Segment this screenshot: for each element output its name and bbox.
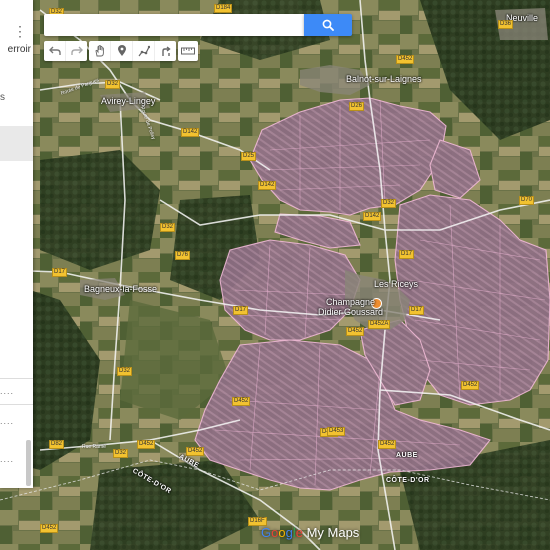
road-number-label: D70 xyxy=(519,196,535,205)
search-box[interactable] xyxy=(44,14,304,36)
list-item[interactable]: .... xyxy=(0,386,14,396)
selected-layer-row[interactable] xyxy=(0,126,33,161)
directions-button[interactable] xyxy=(155,41,176,61)
road-number-label: D452A xyxy=(368,320,391,329)
road-number-label: D452 xyxy=(186,447,205,456)
road-number-label: D142 xyxy=(258,181,277,190)
list-item[interactable]: .... xyxy=(0,454,14,464)
draw-line-icon xyxy=(138,45,150,57)
road-number-label: D142 xyxy=(363,212,382,221)
measure-ruler-icon xyxy=(181,47,195,55)
search-input[interactable] xyxy=(44,14,304,36)
road-number-label: D36 xyxy=(498,20,514,29)
street-name-label: Rue Ramé xyxy=(82,444,106,450)
road-number-label: D142 xyxy=(181,128,200,137)
road-number-label: D452 xyxy=(378,440,397,449)
divider xyxy=(0,404,33,405)
road-number-label: D25 xyxy=(241,152,257,161)
poi-label[interactable]: Champagne Didier Goussard xyxy=(318,297,383,317)
road-number-label: D184 xyxy=(214,4,233,13)
measure-button[interactable] xyxy=(178,41,198,61)
pan-hand-icon xyxy=(95,45,104,57)
pan-hand-button[interactable] xyxy=(89,41,111,61)
undo-icon xyxy=(48,46,61,55)
place-label: Avirey-Lingey xyxy=(101,96,156,106)
poi-name-line: Didier Goussard xyxy=(318,307,384,317)
panel-scrollbar[interactable] xyxy=(26,440,31,486)
poi-name-line: Champagne xyxy=(325,297,376,307)
road-number-label: D82 xyxy=(49,440,65,449)
road-number-label: D17 xyxy=(399,250,415,259)
redo-button[interactable] xyxy=(66,41,87,61)
add-marker-button[interactable] xyxy=(111,41,133,61)
road-number-label: D32 xyxy=(117,367,133,376)
place-label: Balnot-sur-Laignes xyxy=(346,74,422,84)
department-label: AUBE xyxy=(396,452,418,459)
map-title-fragment[interactable]: erroir xyxy=(8,44,31,55)
road-number-label: D452 xyxy=(232,397,251,406)
road-number-label: D17 xyxy=(52,268,68,277)
map-legend-panel: ⋮ erroir s .... .... .... xyxy=(0,0,33,488)
place-label: Bagneux-la-Fosse xyxy=(84,284,158,294)
road-number-label: D32 xyxy=(381,199,397,208)
road-number-label: D32 xyxy=(105,80,121,89)
road-number-label: D26 xyxy=(349,102,365,111)
draw-line-button[interactable] xyxy=(133,41,155,61)
road-number-label: D17 xyxy=(409,306,425,315)
road-number-label: D452 xyxy=(346,327,365,336)
map-description-fragment: s xyxy=(0,92,5,103)
road-number-label: D17 xyxy=(233,306,249,315)
map-toolbar xyxy=(44,41,198,61)
directions-icon xyxy=(161,46,171,56)
add-marker-icon xyxy=(117,45,126,56)
road-number-label: D76 xyxy=(175,251,191,260)
search-button[interactable] xyxy=(304,14,352,36)
undo-button[interactable] xyxy=(44,41,66,61)
road-number-label: D452 xyxy=(137,440,156,449)
road-number-label: D32 xyxy=(113,449,129,458)
kebab-menu-icon[interactable]: ⋮ xyxy=(13,24,27,38)
redo-icon xyxy=(70,46,83,55)
department-label: CÔTE-D'OR xyxy=(386,477,430,484)
place-label: Les Riceys xyxy=(374,279,419,289)
magnifier-icon xyxy=(322,19,334,31)
road-number-label: D453 xyxy=(327,427,346,436)
road-number-label: D32 xyxy=(160,223,176,232)
road-number-label: D452 xyxy=(461,381,480,390)
list-item[interactable]: .... xyxy=(0,416,14,426)
divider xyxy=(0,378,33,379)
google-my-maps-logo: Google My Maps xyxy=(261,525,360,540)
road-number-label: D452 xyxy=(40,524,59,533)
road-number-label: D452 xyxy=(396,55,415,64)
